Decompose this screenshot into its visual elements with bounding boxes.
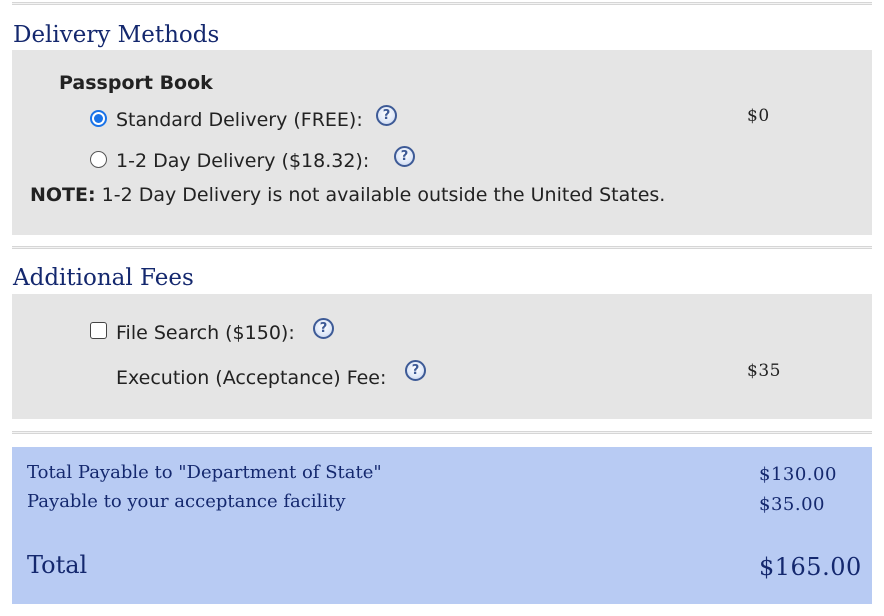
note-text: 1-2 Day Delivery is not available outsid…	[95, 184, 666, 206]
facility-label: Payable to your acceptance facility	[27, 491, 346, 512]
delivery-methods-panel: Passport Book Standard Delivery (FREE): …	[12, 50, 872, 235]
total-state-label: Total Payable to "Department of State"	[27, 462, 382, 483]
total-label: Total	[27, 551, 88, 579]
section-divider	[12, 2, 872, 5]
question-help-icon[interactable]: ?	[405, 360, 426, 381]
standard-delivery-radio[interactable]	[90, 110, 107, 127]
section-divider	[12, 246, 872, 249]
total-state-value: $130.00	[759, 464, 837, 485]
note-label: NOTE:	[30, 184, 96, 206]
question-help-icon[interactable]: ?	[313, 318, 334, 339]
question-help-icon[interactable]: ?	[376, 105, 397, 126]
file-search-checkbox[interactable]	[90, 322, 107, 339]
additional-fees-panel: File Search ($150): ? Execution (Accepta…	[12, 294, 872, 419]
delivery-methods-heading: Delivery Methods	[13, 22, 220, 48]
execution-fee-price: $35	[747, 361, 781, 381]
facility-value: $35.00	[759, 494, 825, 515]
standard-delivery-label: Standard Delivery (FREE):	[116, 109, 363, 131]
additional-fees-heading: Additional Fees	[13, 265, 194, 291]
delivery-price: $0	[747, 106, 770, 126]
section-divider	[12, 431, 872, 434]
payment-summary: Total Payable to "Department of State" $…	[12, 447, 872, 604]
execution-fee-label: Execution (Acceptance) Fee:	[116, 367, 387, 389]
passport-book-subheading: Passport Book	[59, 72, 213, 94]
total-value: $165.00	[759, 553, 862, 581]
delivery-note: NOTE: 1-2 Day Delivery is not available …	[30, 184, 665, 206]
express-delivery-label: 1-2 Day Delivery ($18.32):	[116, 150, 370, 172]
express-delivery-radio[interactable]	[90, 151, 107, 168]
file-search-label: File Search ($150):	[116, 322, 295, 344]
question-help-icon[interactable]: ?	[394, 146, 415, 167]
